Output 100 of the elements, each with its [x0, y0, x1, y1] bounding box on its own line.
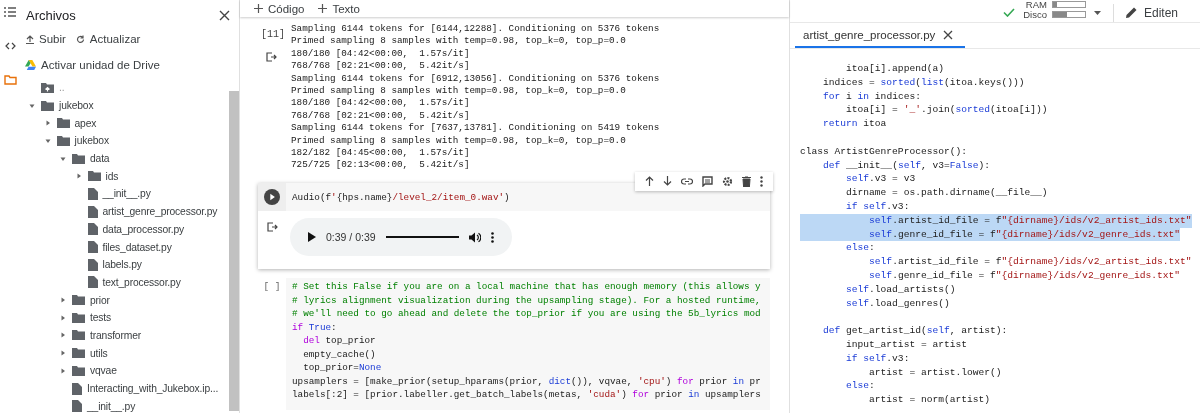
code-line: top_prior=None: [302, 361, 383, 375]
caret-icon[interactable]: [60, 367, 66, 374]
file-icon: [87, 223, 98, 236]
folder-icon: [41, 100, 54, 111]
file-icon: [72, 382, 82, 395]
panel-title: Archivos: [26, 7, 76, 23]
file-tree-item[interactable]: vqvae: [20, 362, 229, 380]
caret-icon[interactable]: [60, 350, 66, 357]
folder-up-icon: [41, 82, 54, 93]
file-tree-item[interactable]: files_dataset.py: [20, 238, 229, 256]
menu-icon[interactable]: [4, 7, 16, 17]
plus-icon: [318, 4, 328, 13]
output-line: 182/182 [04:45<00:00, 1.57s/it]: [291, 147, 471, 160]
code-line: dirname = os.path.dirname(__file__): [845, 186, 1049, 200]
output-icon[interactable]: [266, 52, 277, 62]
code-line: artist = norm(artist): [868, 393, 991, 407]
caret-icon[interactable]: [60, 314, 66, 321]
folder-icon: [72, 365, 85, 376]
code-line: else:: [845, 241, 876, 256]
output-line: 725/725 [02:13<00:00, 5.42it/s]: [291, 159, 471, 172]
caret-icon[interactable]: [44, 120, 51, 127]
caret-icon[interactable]: [60, 155, 66, 162]
more-icon[interactable]: [491, 231, 494, 243]
file-tree-item[interactable]: text_processor.py: [20, 273, 229, 292]
caret-icon[interactable]: [29, 102, 35, 109]
file-icon: [87, 258, 98, 271]
file-tree-item[interactable]: transformer: [20, 326, 229, 345]
file-tree-item[interactable]: data_processor.py: [20, 220, 229, 239]
file-tab[interactable]: artist_genre_processor.py: [795, 23, 966, 48]
arrow-up-icon[interactable]: [645, 176, 654, 187]
file-tree-item[interactable]: tests: [20, 308, 229, 327]
code-line: self.genre_id_file = f"{dirname}/ids/v2_genre_ids.txt": [868, 268, 1181, 283]
file-tree-item[interactable]: jukebox: [20, 132, 229, 150]
file-tree-item[interactable]: apex: [20, 114, 229, 133]
code-line: del top_prior: [302, 334, 377, 348]
edit-button[interactable]: Editen: [1125, 5, 1178, 20]
code-line: input_artist = artist: [845, 337, 968, 352]
link-icon[interactable]: [681, 177, 693, 185]
caret-icon[interactable]: [60, 332, 66, 339]
play-button-icon[interactable]: [264, 189, 280, 206]
resource-meter[interactable]: RAM Disco: [1023, 0, 1086, 20]
mount-drive-button[interactable]: Activar unidad de Drive: [20, 45, 160, 71]
file-tree-item[interactable]: utils: [20, 344, 229, 362]
code-line: Audio(f'{hps.name}/level_2/item_0.wav'): [292, 190, 511, 205]
scrollbar[interactable]: [229, 91, 239, 411]
more-icon[interactable]: [760, 175, 763, 187]
volume-icon[interactable]: [469, 231, 481, 243]
add-cell-button[interactable]: Código: [254, 2, 305, 15]
settings-icon[interactable]: [722, 175, 733, 187]
caret-icon[interactable]: [60, 297, 66, 304]
code-cell[interactable]: Audio(f'{hps.name}/level_2/item_0.wav') 0:39 / 0:39: [258, 182, 770, 270]
close-icon[interactable]: [219, 9, 230, 21]
output-line: Sampling 6144 tokens for [6912,13056]. Conditioning on 5376 tokens: [291, 72, 660, 86]
code-line: itoa[i] = '_'.join(sorted(itoa[i])): [845, 103, 1049, 118]
play-icon[interactable]: [308, 232, 316, 243]
file-tree-item[interactable]: __init__.py: [20, 185, 229, 203]
sidebar-action[interactable]: Subir: [26, 33, 66, 45]
meter-label: Disco: [1023, 9, 1047, 20]
file-tree-item[interactable]: __init__.py: [20, 397, 229, 413]
code-line: def get_artist_id(self, artist):: [822, 324, 1009, 338]
folder-icon: [72, 295, 85, 306]
file-tree-item[interactable]: jukebox: [20, 96, 229, 115]
code-line: self.artist_id_file = f"{dirname}/ids/v2_artist_ids.txt": [868, 255, 1193, 269]
code-line: # Set this False if you are on a local machine that has enough memory (this allows y: [292, 280, 762, 294]
folder-icon: [72, 330, 85, 341]
plus-icon: [254, 4, 263, 13]
file-tree-item[interactable]: ids: [20, 167, 229, 186]
folder-icon: [72, 312, 85, 323]
caret-icon[interactable]: [44, 137, 51, 144]
triangle-logo-icon: [25, 60, 36, 70]
code-line: if self.v3:: [845, 199, 911, 214]
code-line: class ArtistGenreProcessor():: [800, 144, 968, 159]
output-line: 180/180 [04:42<00:00, 1.57s/it]: [291, 97, 471, 110]
upload-icon: [26, 34, 34, 44]
folder-icon: [87, 171, 101, 182]
add-cell-button[interactable]: Texto: [318, 2, 360, 15]
code-line: # lyrics alignment visualization during the upsampling stage). For a hosted runtime,: [292, 293, 762, 308]
code-icon[interactable]: [4, 42, 16, 50]
code-line: self.load_genres(): [845, 296, 951, 311]
file-tree-item[interactable]: data: [20, 149, 229, 168]
file-tree-item[interactable]: prior: [20, 291, 229, 309]
output-icon[interactable]: [266, 222, 278, 233]
caret-icon[interactable]: [75, 173, 82, 180]
file-tree-item[interactable]: labels.py: [20, 255, 229, 274]
output-line: Sampling 6144 tokens for [7637,13781]. Conditioning on 5419 tokens: [291, 122, 660, 135]
refresh-icon: [75, 34, 85, 44]
output-line: Primed sampling 8 samples with temp=0.98, top_k=0, top_p=0.0: [291, 85, 627, 98]
folder-icon: [72, 153, 85, 164]
arrow-down-icon[interactable]: [663, 176, 672, 187]
folder-icon[interactable]: [3, 75, 17, 85]
output-line: 180/180 [04:42<00:00, 1.57s/it]: [291, 47, 471, 61]
close-icon[interactable]: [943, 29, 954, 40]
code-line: # we'll need to go ahead and delete the top_prior if you are using the 5b_lyrics mod: [292, 307, 762, 321]
file-tree-item[interactable]: Interacting_with_Jukebox.ip...: [20, 379, 229, 398]
comment-icon[interactable]: [702, 175, 713, 187]
trash-icon[interactable]: [742, 175, 751, 187]
dropdown-caret-icon[interactable]: [1093, 10, 1101, 15]
code-line: if self.v3:: [845, 351, 911, 366]
file-tree-item[interactable]: artist_genre_processor.py: [20, 202, 229, 221]
sidebar-action[interactable]: Actualizar: [75, 33, 141, 45]
